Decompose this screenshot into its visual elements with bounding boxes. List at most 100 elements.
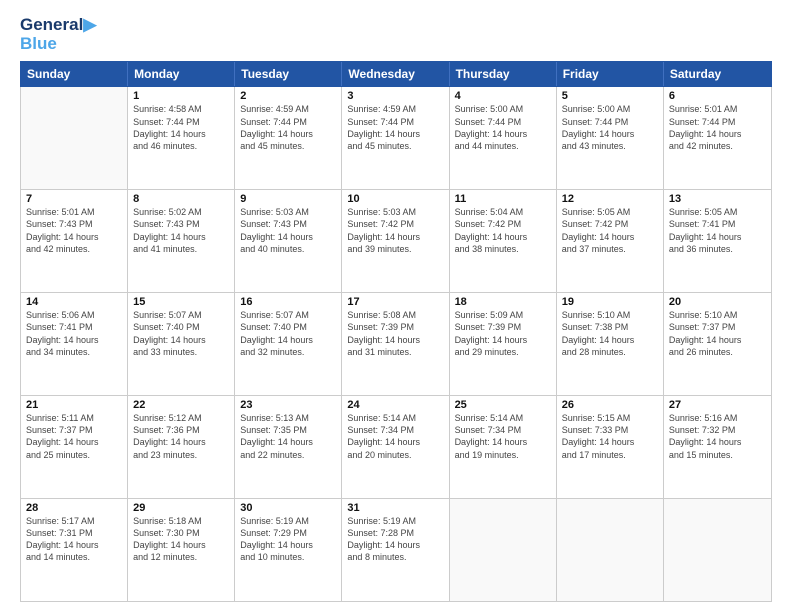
day-number: 4: [455, 90, 551, 102]
cal-cell-w2-d1: 15Sunrise: 5:07 AMSunset: 7:40 PMDayligh…: [128, 293, 235, 395]
cal-cell-w2-d6: 20Sunrise: 5:10 AMSunset: 7:37 PMDayligh…: [664, 293, 771, 395]
cell-text-line: Sunrise: 5:09 AM: [455, 309, 551, 321]
calendar-header: SundayMondayTuesdayWednesdayThursdayFrid…: [20, 61, 772, 87]
cell-text-line: Sunset: 7:43 PM: [240, 218, 336, 230]
cell-text-line: and 10 minutes.: [240, 551, 336, 563]
day-number: 10: [347, 193, 443, 205]
cell-text-line: Sunset: 7:29 PM: [240, 527, 336, 539]
cal-cell-w1-d5: 12Sunrise: 5:05 AMSunset: 7:42 PMDayligh…: [557, 190, 664, 292]
cell-text-line: Sunset: 7:44 PM: [133, 116, 229, 128]
cell-text-line: Sunrise: 5:16 AM: [669, 412, 766, 424]
cell-text-line: Daylight: 14 hours: [669, 334, 766, 346]
cell-text-line: and 45 minutes.: [240, 140, 336, 152]
day-number: 9: [240, 193, 336, 205]
header-day-monday: Monday: [128, 62, 235, 86]
cell-text-line: Daylight: 14 hours: [26, 436, 122, 448]
day-number: 17: [347, 296, 443, 308]
cell-text-line: Daylight: 14 hours: [240, 334, 336, 346]
cell-text-line: and 36 minutes.: [669, 243, 766, 255]
cell-text-line: Daylight: 14 hours: [455, 334, 551, 346]
cal-cell-w2-d3: 17Sunrise: 5:08 AMSunset: 7:39 PMDayligh…: [342, 293, 449, 395]
cell-text-line: and 37 minutes.: [562, 243, 658, 255]
cell-text-line: Daylight: 14 hours: [133, 334, 229, 346]
cal-cell-w0-d3: 3Sunrise: 4:59 AMSunset: 7:44 PMDaylight…: [342, 87, 449, 189]
cell-text-line: Sunrise: 5:07 AM: [240, 309, 336, 321]
cell-text-line: and 32 minutes.: [240, 346, 336, 358]
cell-text-line: Sunset: 7:42 PM: [347, 218, 443, 230]
cell-text-line: Sunset: 7:44 PM: [455, 116, 551, 128]
cell-text-line: Daylight: 14 hours: [669, 231, 766, 243]
day-number: 26: [562, 399, 658, 411]
week-row-1: 7Sunrise: 5:01 AMSunset: 7:43 PMDaylight…: [21, 190, 771, 293]
cell-text-line: Sunrise: 5:11 AM: [26, 412, 122, 424]
day-number: 1: [133, 90, 229, 102]
cell-text-line: Sunset: 7:40 PM: [240, 321, 336, 333]
cell-text-line: Sunset: 7:32 PM: [669, 424, 766, 436]
cell-text-line: and 42 minutes.: [669, 140, 766, 152]
cell-text-line: Daylight: 14 hours: [455, 436, 551, 448]
day-number: 2: [240, 90, 336, 102]
cal-cell-w4-d5: [557, 499, 664, 601]
header-day-thursday: Thursday: [450, 62, 557, 86]
cell-text-line: Sunrise: 5:00 AM: [455, 103, 551, 115]
cal-cell-w3-d4: 25Sunrise: 5:14 AMSunset: 7:34 PMDayligh…: [450, 396, 557, 498]
day-number: 16: [240, 296, 336, 308]
cell-text-line: Sunrise: 5:03 AM: [347, 206, 443, 218]
cell-text-line: and 34 minutes.: [26, 346, 122, 358]
cell-text-line: Sunset: 7:33 PM: [562, 424, 658, 436]
calendar-body: 1Sunrise: 4:58 AMSunset: 7:44 PMDaylight…: [20, 87, 772, 602]
cell-text-line: and 31 minutes.: [347, 346, 443, 358]
header-day-sunday: Sunday: [21, 62, 128, 86]
cell-text-line: Daylight: 14 hours: [240, 539, 336, 551]
day-number: 24: [347, 399, 443, 411]
cal-cell-w4-d3: 31Sunrise: 5:19 AMSunset: 7:28 PMDayligh…: [342, 499, 449, 601]
cell-text-line: Daylight: 14 hours: [455, 231, 551, 243]
cell-text-line: and 29 minutes.: [455, 346, 551, 358]
cell-text-line: Sunrise: 5:17 AM: [26, 515, 122, 527]
cell-text-line: Sunset: 7:40 PM: [133, 321, 229, 333]
cell-text-line: and 25 minutes.: [26, 449, 122, 461]
cell-text-line: Sunrise: 5:03 AM: [240, 206, 336, 218]
day-number: 14: [26, 296, 122, 308]
day-number: 29: [133, 502, 229, 514]
cell-text-line: Daylight: 14 hours: [133, 539, 229, 551]
cal-cell-w0-d0: [21, 87, 128, 189]
day-number: 13: [669, 193, 766, 205]
cell-text-line: Sunset: 7:44 PM: [669, 116, 766, 128]
cal-cell-w0-d2: 2Sunrise: 4:59 AMSunset: 7:44 PMDaylight…: [235, 87, 342, 189]
cal-cell-w1-d1: 8Sunrise: 5:02 AMSunset: 7:43 PMDaylight…: [128, 190, 235, 292]
cell-text-line: Sunset: 7:44 PM: [240, 116, 336, 128]
cell-text-line: Sunset: 7:36 PM: [133, 424, 229, 436]
logo-text-general: General▶: [20, 16, 96, 35]
cell-text-line: Daylight: 14 hours: [562, 334, 658, 346]
cell-text-line: Sunrise: 5:10 AM: [562, 309, 658, 321]
cal-cell-w3-d1: 22Sunrise: 5:12 AMSunset: 7:36 PMDayligh…: [128, 396, 235, 498]
day-number: 20: [669, 296, 766, 308]
cal-cell-w3-d0: 21Sunrise: 5:11 AMSunset: 7:37 PMDayligh…: [21, 396, 128, 498]
cal-cell-w0-d5: 5Sunrise: 5:00 AMSunset: 7:44 PMDaylight…: [557, 87, 664, 189]
day-number: 31: [347, 502, 443, 514]
header-day-friday: Friday: [557, 62, 664, 86]
logo-text-blue: Blue: [20, 35, 96, 54]
cal-cell-w2-d2: 16Sunrise: 5:07 AMSunset: 7:40 PMDayligh…: [235, 293, 342, 395]
cell-text-line: Sunrise: 5:01 AM: [26, 206, 122, 218]
cal-cell-w4-d0: 28Sunrise: 5:17 AMSunset: 7:31 PMDayligh…: [21, 499, 128, 601]
cal-cell-w2-d0: 14Sunrise: 5:06 AMSunset: 7:41 PMDayligh…: [21, 293, 128, 395]
cell-text-line: Sunrise: 5:14 AM: [455, 412, 551, 424]
cell-text-line: Sunrise: 5:05 AM: [562, 206, 658, 218]
day-number: 6: [669, 90, 766, 102]
cell-text-line: Sunrise: 5:02 AM: [133, 206, 229, 218]
day-number: 11: [455, 193, 551, 205]
cell-text-line: Sunrise: 5:05 AM: [669, 206, 766, 218]
cell-text-line: Sunset: 7:34 PM: [347, 424, 443, 436]
cell-text-line: Daylight: 14 hours: [240, 231, 336, 243]
cal-cell-w0-d6: 6Sunrise: 5:01 AMSunset: 7:44 PMDaylight…: [664, 87, 771, 189]
cell-text-line: Daylight: 14 hours: [240, 436, 336, 448]
cell-text-line: and 22 minutes.: [240, 449, 336, 461]
cell-text-line: Sunrise: 5:19 AM: [347, 515, 443, 527]
cell-text-line: Daylight: 14 hours: [562, 128, 658, 140]
week-row-2: 14Sunrise: 5:06 AMSunset: 7:41 PMDayligh…: [21, 293, 771, 396]
cell-text-line: Sunrise: 5:07 AM: [133, 309, 229, 321]
cell-text-line: Daylight: 14 hours: [347, 334, 443, 346]
cell-text-line: Sunset: 7:30 PM: [133, 527, 229, 539]
